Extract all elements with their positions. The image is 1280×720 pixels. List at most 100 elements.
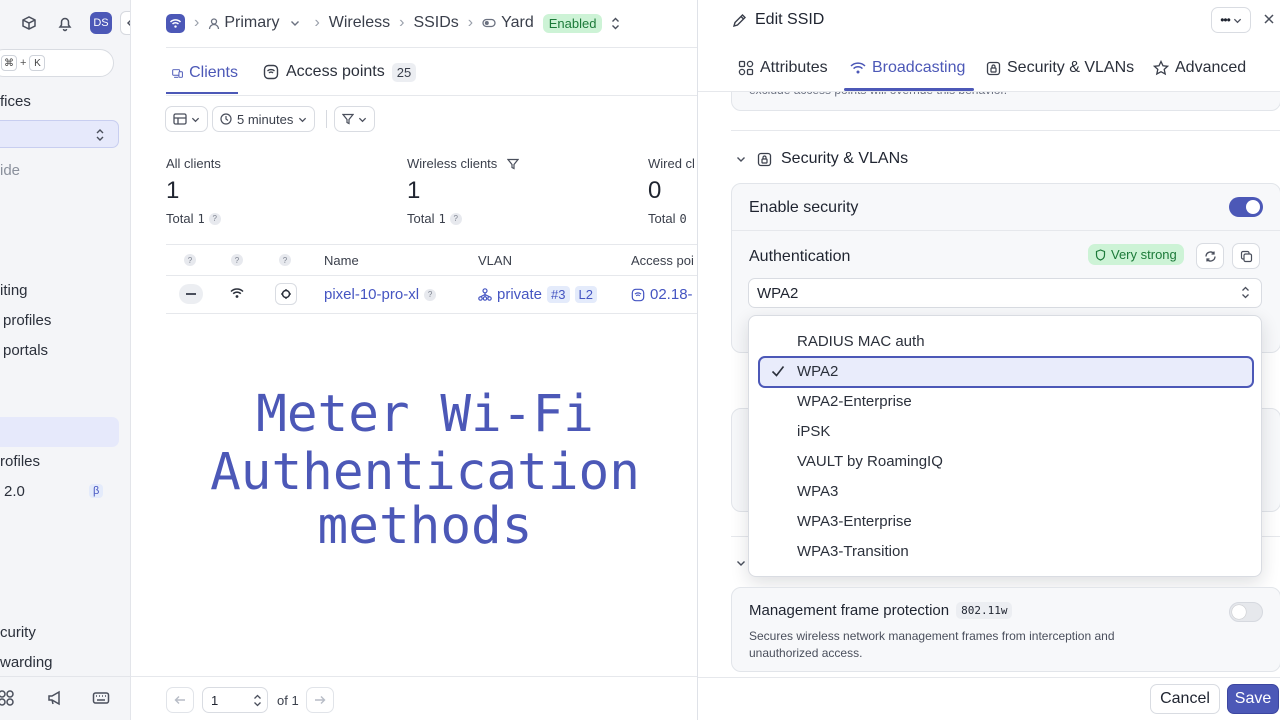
left-sidebar: DS ⌘ + K fices ide iting profiles portal… bbox=[0, 0, 131, 720]
vlan-link[interactable]: private #3 L2 bbox=[478, 286, 597, 303]
more-actions-button[interactable]: ••• bbox=[1211, 7, 1251, 33]
chevron-down-icon[interactable] bbox=[736, 558, 746, 568]
table-row[interactable]: pixel-10-pro-xl ? private #3 L2 02.18- bbox=[166, 276, 697, 313]
filter-button[interactable] bbox=[334, 106, 375, 132]
filter-icon[interactable] bbox=[507, 158, 520, 170]
option-ipsk[interactable]: iPSK bbox=[797, 423, 830, 440]
access-point-link[interactable]: 02.18- bbox=[631, 286, 693, 303]
overlay-title-line-2: Authentication bbox=[210, 443, 640, 502]
option-radius-mac-auth[interactable]: RADIUS MAC auth bbox=[797, 333, 925, 350]
sidebar-item-portals[interactable]: portals bbox=[3, 342, 48, 359]
strength-badge: Very strong bbox=[1088, 244, 1184, 265]
sidebar-item-routing[interactable]: iting bbox=[0, 282, 28, 299]
breadcrumb-yard[interactable]: Yard bbox=[482, 14, 534, 32]
tab-clients[interactable]: Clients bbox=[166, 54, 238, 94]
page-number-input[interactable]: 1 bbox=[202, 687, 268, 713]
megaphone-icon[interactable] bbox=[46, 689, 64, 707]
authentication-label: Authentication bbox=[749, 248, 851, 265]
time-range-select[interactable]: 5 minutes bbox=[212, 106, 316, 132]
shortcut-hint: ⌘ + K bbox=[1, 55, 46, 71]
network-icon bbox=[478, 288, 492, 301]
breadcrumb-ssids[interactable]: SSIDs bbox=[413, 14, 458, 32]
location-icon bbox=[209, 17, 220, 29]
breadcrumb-primary[interactable]: Primary bbox=[208, 14, 279, 32]
close-icon[interactable] bbox=[1263, 13, 1275, 25]
sidebar-item-rofiles[interactable]: rofiles bbox=[0, 453, 40, 470]
sidebar-item-forwarding[interactable]: warding bbox=[0, 654, 53, 671]
panel-footer-divider bbox=[698, 677, 1280, 678]
authentication-select[interactable]: WPA2 bbox=[748, 278, 1262, 308]
chevron-updown-icon bbox=[95, 128, 105, 142]
sidebar-item-devices[interactable]: fices bbox=[0, 93, 31, 110]
option-wpa2[interactable]: WPA2 bbox=[797, 363, 838, 380]
main-content: › Primary › Wireless › SSIDs › Yard Enab… bbox=[131, 0, 697, 720]
network-selector[interactable] bbox=[0, 120, 119, 148]
overlay-title-line-1: Meter Wi-Fi bbox=[256, 385, 594, 444]
help-icon[interactable]: ? bbox=[279, 254, 291, 266]
copy-button[interactable] bbox=[1232, 243, 1260, 269]
save-button[interactable]: Save bbox=[1227, 684, 1279, 714]
help-icon[interactable]: ? bbox=[208, 212, 221, 225]
chevron-down-icon bbox=[191, 117, 200, 122]
user-avatar[interactable]: DS bbox=[90, 12, 112, 34]
mfp-toggle[interactable] bbox=[1229, 602, 1263, 622]
chevron-updown-icon[interactable] bbox=[611, 17, 620, 30]
more-icon: ••• bbox=[1220, 13, 1231, 27]
option-vault-roamingiq[interactable]: VAULT by RoamingIQ bbox=[797, 453, 943, 470]
help-icon[interactable]: ? bbox=[231, 254, 243, 266]
client-name-link[interactable]: pixel-10-pro-xl ? bbox=[324, 286, 437, 303]
header-divider bbox=[166, 47, 697, 48]
star-icon bbox=[1153, 60, 1169, 76]
sidebar-item-v2[interactable]: 2.0 bbox=[4, 483, 25, 500]
keyboard-icon[interactable] bbox=[92, 690, 110, 706]
tab-attributes[interactable]: Attributes bbox=[738, 59, 828, 77]
breadcrumb-wireless[interactable]: Wireless bbox=[329, 14, 390, 32]
filter-divider bbox=[326, 110, 327, 128]
command-search[interactable]: ⌘ + K bbox=[0, 49, 114, 77]
next-page-button[interactable] bbox=[306, 687, 334, 713]
option-wpa3[interactable]: WPA3 bbox=[797, 483, 838, 500]
help-icon[interactable]: ? bbox=[184, 254, 196, 266]
shield-icon bbox=[1095, 248, 1106, 261]
column-access-point[interactable]: Access poi bbox=[631, 253, 694, 268]
view-toggle-button[interactable] bbox=[165, 106, 208, 132]
tab-broadcasting[interactable]: Broadcasting bbox=[850, 59, 965, 77]
column-name[interactable]: Name bbox=[324, 253, 359, 268]
wifi-icon bbox=[850, 62, 866, 74]
beta-badge: β bbox=[89, 484, 104, 498]
edit-ssid-panel: Edit SSID ••• Attributes Broadcasting Se… bbox=[697, 0, 1280, 720]
stat-wireless-clients: Wireless clients 1 Total 1 ? bbox=[407, 156, 607, 226]
chevron-updown-icon bbox=[1241, 286, 1250, 299]
box-icon[interactable] bbox=[20, 14, 38, 32]
help-icon[interactable]: ? bbox=[424, 288, 437, 301]
breadcrumb-separator: › bbox=[399, 14, 405, 31]
apps-icon[interactable] bbox=[0, 689, 15, 707]
option-wpa2-enterprise[interactable]: WPA2-Enterprise bbox=[797, 393, 912, 410]
tab-security-vlans[interactable]: Security & VLANs bbox=[986, 59, 1134, 77]
cancel-button[interactable]: Cancel bbox=[1150, 684, 1220, 714]
chevron-down-icon bbox=[1233, 18, 1241, 23]
copy-icon bbox=[1240, 250, 1252, 262]
sidebar-item-security[interactable]: curity bbox=[0, 624, 36, 641]
section-security-vlans[interactable]: Security & VLANs bbox=[736, 150, 908, 168]
tab-access-points[interactable]: Access points 25 bbox=[263, 60, 417, 84]
option-wpa3-transition[interactable]: WPA3-Transition bbox=[797, 543, 909, 560]
stat-wired-clients: Wired cl 0 Total 0 bbox=[648, 156, 695, 226]
sidebar-item-active[interactable] bbox=[0, 417, 119, 447]
help-icon[interactable]: ? bbox=[449, 212, 462, 225]
regenerate-button[interactable] bbox=[1196, 243, 1224, 269]
collapse-sidebar-button[interactable] bbox=[120, 11, 130, 35]
chevron-down-icon bbox=[299, 117, 307, 122]
sidebar-item-profiles[interactable]: profiles bbox=[3, 312, 51, 329]
breadcrumb-separator: › bbox=[467, 14, 474, 31]
chevron-down-icon[interactable] bbox=[290, 18, 300, 28]
bell-icon[interactable] bbox=[56, 14, 74, 32]
prev-page-button[interactable] bbox=[166, 687, 194, 713]
option-wpa3-enterprise[interactable]: WPA3-Enterprise bbox=[797, 513, 912, 530]
column-vlan[interactable]: VLAN bbox=[478, 253, 512, 268]
enable-security-toggle[interactable] bbox=[1229, 197, 1263, 217]
tab-advanced[interactable]: Advanced bbox=[1153, 59, 1246, 77]
sidebar-divider bbox=[0, 676, 130, 677]
wifi-logo-icon bbox=[166, 13, 185, 33]
sidebar-item-guide[interactable]: ide bbox=[0, 162, 20, 179]
